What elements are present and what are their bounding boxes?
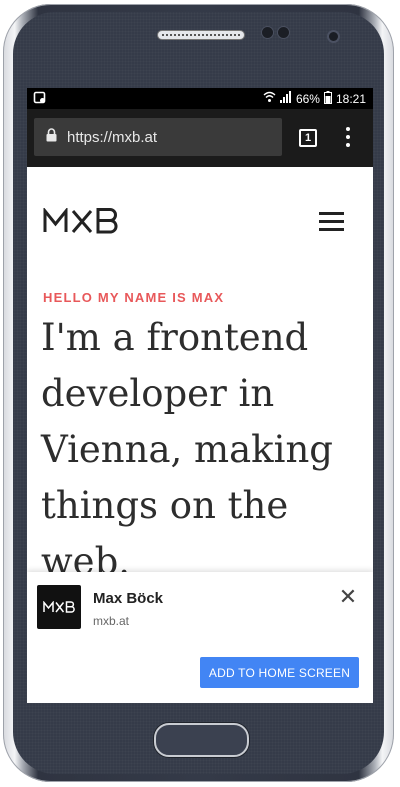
app-icon (37, 585, 81, 629)
clock: 18:21 (335, 91, 366, 106)
home-button[interactable] (154, 723, 249, 757)
headline-line: developer in (41, 372, 275, 415)
app-name: Max Böck (93, 590, 164, 607)
headline-line: I'm a frontend (41, 316, 309, 359)
wifi-icon (263, 91, 276, 106)
close-icon[interactable]: ✕ (338, 586, 358, 608)
add-to-home-screen-button[interactable]: ADD TO HOME SCREEN (200, 657, 359, 688)
app-url: mxb.at (93, 614, 130, 628)
light-sensor (278, 27, 289, 38)
battery-percent: 66% (295, 91, 320, 106)
earpiece-speaker (157, 30, 245, 40)
url-text: https://mxb.at (67, 128, 158, 146)
hero-headline: I'm a frontend developer in Vienna, maki… (41, 310, 361, 590)
battery-icon (323, 90, 332, 107)
headline-line: Vienna, making (41, 428, 333, 471)
headline-line: things on the (41, 484, 289, 527)
proximity-sensor (262, 27, 273, 38)
intro-kicker: HELLO MY NAME IS MAX (43, 290, 225, 305)
gallery-notification-icon (33, 91, 46, 107)
status-bar: 66% 18:21 (27, 88, 373, 109)
hamburger-menu-icon[interactable] (319, 212, 344, 231)
front-camera (329, 32, 338, 41)
phone-screen: 66% 18:21 https://mxb.at 1 HELLO MY NAME… (27, 88, 373, 703)
tab-switcher-button[interactable]: 1 (299, 129, 317, 147)
site-logo[interactable] (43, 208, 123, 234)
app-icon-logo (43, 601, 75, 613)
overflow-menu-icon[interactable] (345, 127, 351, 147)
lock-icon (46, 128, 57, 146)
browser-toolbar: https://mxb.at 1 (27, 109, 373, 167)
address-bar[interactable]: https://mxb.at (34, 118, 282, 156)
signal-icon (279, 91, 292, 106)
add-to-home-banner: Max Böck mxb.at ✕ ADD TO HOME SCREEN (27, 572, 373, 703)
